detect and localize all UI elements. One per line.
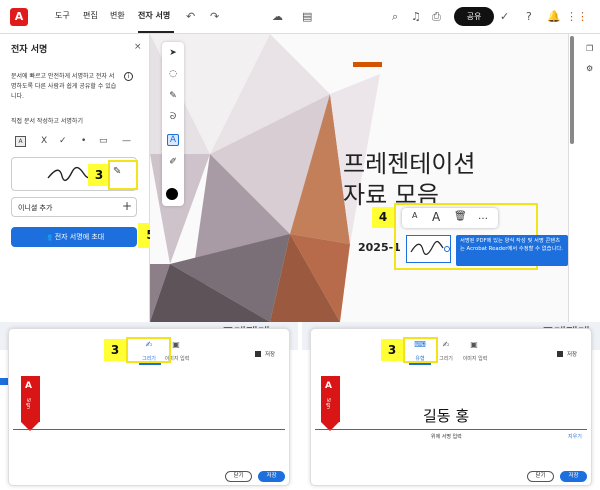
close-button[interactable]: 닫기: [225, 471, 252, 482]
plus-icon[interactable]: +: [122, 199, 132, 213]
vertical-tool-palette: ➤ ◌ ✎ ᘐ A ✐: [162, 42, 184, 206]
copy-icon[interactable]: ❐: [586, 44, 593, 53]
callout-3-sidebar: 3: [88, 164, 110, 186]
sidebar-description: 문서에 빠르고 안전하게 서명하고 전자 서명하도록 다른 사람과 쉽게 공유할…: [11, 73, 117, 100]
save-checkbox[interactable]: [255, 351, 261, 357]
signature-baseline: [315, 429, 587, 430]
self-sign-label: 직접 문서 작성하고 서명하기: [11, 118, 83, 125]
apps-grid-icon[interactable]: ⋮⋮: [566, 10, 588, 23]
people-icon: 👥: [43, 233, 55, 241]
signature-baseline: [13, 429, 285, 430]
placed-signature[interactable]: [406, 235, 451, 263]
sidebar-title: 전자 서명: [11, 45, 48, 55]
text-tool-icon[interactable]: A: [15, 136, 26, 147]
menu-esign[interactable]: 전자 서명: [138, 10, 170, 21]
help-icon[interactable]: ?: [526, 10, 532, 23]
slide-title: 프레젠테이션 자료 모음: [343, 149, 475, 211]
type-signature-panel: 프레젠테 ⌨ 유형 ✍ 그리기 ▣ 이미지 입력 3 저장 ASign 길동 홍…: [302, 322, 600, 490]
active-menu-indicator: [138, 31, 174, 33]
callout-3-draw: 3: [104, 339, 126, 361]
file-menu-icon[interactable]: ▤: [302, 10, 312, 23]
menu-convert[interactable]: 변환: [110, 10, 125, 21]
type-hint-label: 위에 서명 입력: [431, 434, 462, 440]
text-box-icon[interactable]: A: [167, 134, 179, 146]
check-circle-icon[interactable]: ✓: [500, 10, 509, 23]
close-button[interactable]: 닫기: [527, 471, 554, 482]
clear-link[interactable]: 지우기: [568, 433, 582, 440]
typed-signature-name[interactable]: 길동 홍: [423, 405, 469, 426]
dot-tool-icon[interactable]: •: [81, 136, 86, 146]
info-icon[interactable]: i: [124, 72, 133, 81]
image-tab-icon[interactable]: ▣: [467, 340, 481, 349]
draw-tab-indicator: [139, 363, 161, 365]
check-tool-icon[interactable]: ✓: [59, 136, 67, 146]
save-checkbox-label: 저장: [265, 352, 276, 358]
image-tab-icon[interactable]: ▣: [169, 340, 183, 349]
audio-icon[interactable]: ♫: [411, 10, 421, 23]
draw-signature-panel: 프레젠테 ✍ 그리기 ▣ 이미지 입력 3 저장 ASign 닫기 저장: [0, 322, 298, 490]
sign-here-tag: A Sign: [21, 376, 40, 431]
esign-sidebar: 전자 서명 × 문서에 빠르고 안전하게 서명하고 전자 서명하도록 다른 사람…: [0, 34, 163, 322]
notification-icon[interactable]: 🔔: [547, 10, 561, 23]
slide-title-line1: 프레젠테이션: [343, 150, 476, 178]
acrobat-logo-icon[interactable]: A: [10, 8, 28, 26]
undo-icon[interactable]: ↶: [186, 10, 195, 23]
type-tab-indicator: [409, 363, 431, 365]
draw-signature-dialog: ✍ 그리기 ▣ 이미지 입력 3 저장 A Sign 닫기 저장: [8, 328, 290, 486]
top-toolbar: A 도구 편집 변환 전자 서명 ↶ ↷ ☁ ▤ ⌕ ♫ ⎙ 공유 ✓ ? 🔔 …: [0, 0, 600, 34]
close-icon[interactable]: ×: [134, 42, 142, 52]
accent-bar: [353, 62, 382, 67]
save-checkbox-label: 저장: [567, 352, 578, 358]
select-arrow-icon[interactable]: ➤: [167, 48, 179, 58]
menu-tools[interactable]: 도구: [55, 10, 70, 21]
rectangle-tool-icon[interactable]: ▭: [99, 136, 108, 146]
fill-sign-tools: A X ✓ • ▭ —: [11, 136, 141, 150]
acrobat-logo-icon: A: [25, 381, 32, 391]
save-button[interactable]: 저장: [560, 471, 587, 482]
print-icon[interactable]: ⎙: [432, 10, 441, 24]
image-tab-label[interactable]: 이미지 입력: [459, 355, 491, 362]
sign-here-tag: A Sign: [321, 376, 340, 431]
callout-box-type-tab: [403, 337, 438, 363]
redo-icon[interactable]: ↷: [210, 10, 219, 23]
acrobat-logo-icon: A: [325, 381, 332, 391]
sign-text: Sign: [25, 398, 31, 409]
save-button[interactable]: 저장: [258, 471, 285, 482]
draw-tab-icon[interactable]: ✍: [439, 340, 453, 349]
callout-3-type: 3: [381, 339, 403, 361]
type-signature-dialog: ⌨ 유형 ✍ 그리기 ▣ 이미지 입력 3 저장 A Sign 길동 홍 위에 서…: [310, 328, 592, 486]
save-checkbox[interactable]: [557, 351, 563, 357]
callout-box-draw-tab: [126, 337, 171, 363]
callout-box-edit: [108, 160, 138, 190]
sign-text: Sign: [325, 398, 331, 409]
add-initials-row[interactable]: 이니셜 추가 +: [11, 197, 137, 217]
menu-edit[interactable]: 편집: [83, 10, 98, 21]
search-icon[interactable]: ⌕: [392, 10, 398, 24]
comment-icon[interactable]: ◌: [167, 69, 179, 79]
line-tool-icon[interactable]: —: [122, 136, 131, 146]
lasso-icon[interactable]: ᘐ: [167, 112, 179, 122]
cross-tool-icon[interactable]: X: [41, 136, 47, 146]
cloud-icon[interactable]: ☁: [272, 10, 283, 23]
color-swatch-black[interactable]: [166, 188, 178, 200]
invite-esign-button[interactable]: 👥 전자 서명에 초대: [11, 227, 137, 247]
share-button[interactable]: 공유: [454, 7, 494, 26]
placed-signature-image: [410, 240, 450, 255]
acrobat-window: A 도구 편집 변환 전자 서명 ↶ ↷ ☁ ▤ ⌕ ♫ ⎙ 공유 ✓ ? 🔔 …: [0, 0, 600, 322]
panel-settings-icon[interactable]: ⚙: [586, 64, 593, 73]
highlighter-icon[interactable]: ✐: [167, 157, 179, 167]
vertical-scrollbar[interactable]: [570, 36, 574, 144]
add-initials-label: 이니셜 추가: [18, 204, 53, 212]
pen-icon[interactable]: ✎: [167, 91, 179, 101]
read-only-tooltip: 서명된 PDF에 있는 양식 작성 및 서명 콘텐츠는 Acrobat Read…: [456, 235, 568, 266]
invite-button-label: 전자 서명에 초대: [54, 233, 105, 241]
callout-4: 4: [372, 207, 394, 228]
